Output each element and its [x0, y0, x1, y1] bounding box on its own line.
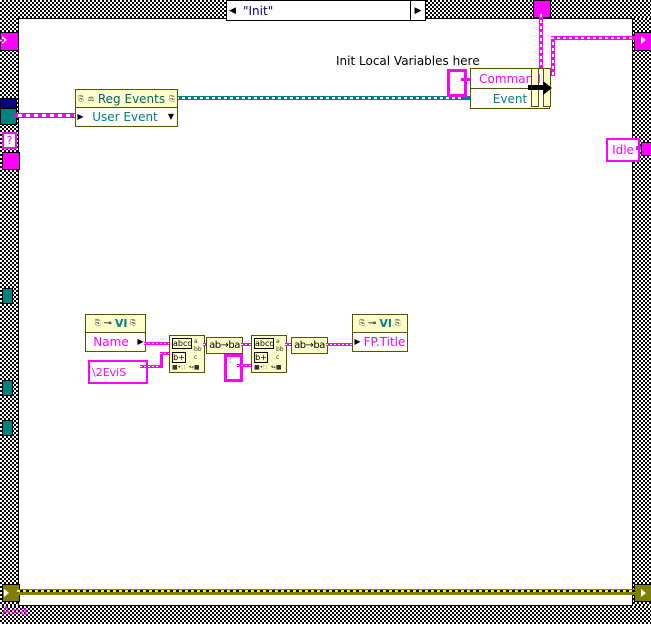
terminal-icon-left: ⎘: [359, 319, 365, 327]
vi-name-property-label: Name: [93, 334, 129, 349]
tunnel-left-error-arrow: [4, 589, 9, 597]
reg-events-user-event-row[interactable]: ▶ User Event ▼: [76, 108, 177, 125]
reverse-string-constant-value: \2EviS: [92, 365, 127, 379]
case-structure-border-right: [633, 0, 651, 624]
reverse-string-glyph-2: ab→ba: [294, 340, 325, 351]
vi-name-property-node[interactable]: ⎘ ⊸ VI ⎘ Name ▶: [85, 314, 146, 352]
case-structure-border-left: [0, 0, 18, 624]
reverse-string-node-2[interactable]: ab→ba: [291, 337, 328, 354]
wire-pink-vert-b-dash: [552, 36, 554, 76]
wire-pink-top-right-dash: [551, 37, 635, 39]
abcd-glyph-1: abcd: [172, 338, 193, 349]
wire-teal-user-event-in-dash: [14, 114, 77, 117]
tunnel-left-teal-lower-2[interactable]: [2, 380, 13, 396]
vi-fptitle-property-node[interactable]: ⎘ ⊸ VI ⎘ ▶ FP.Title: [352, 314, 408, 352]
register-events-icon: ⚖: [87, 94, 95, 103]
wire-teal-event-out-dash: [176, 97, 466, 99]
empty-string-constant-1-marks: :: [229, 356, 233, 366]
case-selector-next-icon[interactable]: ▶: [412, 2, 424, 19]
terminal-icon-right: ⎘: [130, 319, 137, 327]
replace-glyph-1: b+: [172, 352, 186, 363]
tunnel-right-error-arrow: [641, 589, 646, 597]
reference-link-icon: ⊸: [368, 318, 377, 329]
node-bottom-marks-1: ■•∷ ↬■: [172, 364, 200, 371]
abc-terminals-1: a bb c: [194, 338, 202, 361]
case-selector-next[interactable]: ▶: [410, 0, 426, 21]
wire-pink-reverse2-to-fptitle[interactable]: [326, 343, 353, 346]
replace-glyph-2: b+: [254, 352, 268, 363]
reference-link-icon: ⊸: [103, 318, 112, 329]
search-and-replace-string-node-2[interactable]: abcd b+ a bb c ■•∷ ↬■: [251, 335, 287, 373]
reg-events-user-event-label: User Event: [92, 109, 158, 124]
wire-error-bottom[interactable]: [17, 589, 635, 595]
idle-enum-constant-label: Idle: [612, 143, 634, 157]
cluster-field-event-label: Event: [492, 91, 528, 106]
wire-pink-const-to-command[interactable]: [461, 78, 471, 81]
vi-fptitle-property-header: ⎘ ⊸ VI ⎘: [353, 315, 407, 333]
node-bottom-marks-2: ■•∷ ↬■: [254, 364, 282, 371]
tunnel-left-pink-question[interactable]: ?: [2, 132, 17, 149]
reg-events-title-row: ⎘ ⚖ Reg Events ⎘: [76, 90, 177, 108]
empty-string-constant-command[interactable]: [447, 69, 467, 97]
case-structure-border-bottom: [0, 606, 651, 624]
idle-enum-constant[interactable]: Idle: [606, 138, 640, 162]
vi-fptitle-property-row[interactable]: ▶ FP.Title: [353, 333, 407, 350]
vi-class-label: VI: [379, 317, 392, 330]
reg-events-dropdown-icon[interactable]: ▼: [165, 112, 177, 121]
wire-pink-left-top[interactable]: [0, 39, 4, 42]
terminal-icon-right: ⎘: [395, 319, 401, 327]
terminal-icon-left: ⎘: [94, 319, 101, 327]
tunnel-left-teal-lower-3[interactable]: [2, 420, 13, 436]
vi-fptitle-property-label: FP.Title: [363, 334, 406, 349]
tunnel-right-pink-arrow: [641, 36, 646, 44]
init-comment-label: Init Local Variables here: [336, 54, 480, 68]
wire-pink-const-to-replace1[interactable]: [140, 365, 162, 368]
search-and-replace-string-node-1[interactable]: abcd b+ a bb c ■•∷ ↬■: [169, 335, 205, 373]
abc-terminals-2: a bb c: [276, 338, 284, 361]
reg-events-title: Reg Events: [97, 91, 166, 106]
reverse-string-constant[interactable]: \2EviS: [88, 360, 148, 384]
vi-name-property-header: ⎘ ⊸ VI ⎘: [86, 315, 145, 333]
case-selector-prev-icon[interactable]: ◀: [227, 2, 238, 19]
wire-pink-name-out[interactable]: [144, 342, 170, 345]
reverse-string-node-1[interactable]: ab→ba: [206, 337, 243, 354]
case-selector[interactable]: ◀ "Init" ▼: [226, 0, 426, 21]
reg-events-node[interactable]: ⎘ ⚖ Reg Events ⎘ ▶ User Event ▼: [75, 89, 178, 127]
wire-pink-vert-a-dash: [540, 14, 542, 76]
empty-string-constant-1[interactable]: [224, 354, 243, 382]
tunnel-left-teal-lower-1[interactable]: [2, 288, 13, 304]
tunnel-right-idle[interactable]: [641, 142, 651, 156]
cluster-bundle-output-arrow-head: [543, 81, 552, 95]
abcd-glyph-2: abcd: [254, 338, 275, 349]
reverse-string-glyph-1: ab→ba: [209, 340, 240, 351]
block-diagram-canvas: ◀ "Init" ▼ ▶ ? Init Local Variables: [0, 0, 651, 624]
reg-events-input-arrow-icon: ▶: [77, 112, 84, 121]
vi-name-property-row[interactable]: Name ▶: [86, 333, 145, 350]
terminal-icon-left: ⎘: [78, 94, 84, 103]
case-bottom-label: A=a: [2, 604, 28, 618]
vi-class-label: VI: [114, 317, 128, 330]
tunnel-left-pink-mid[interactable]: [2, 152, 20, 170]
terminal-icon-right: ⎘: [169, 94, 175, 103]
vi-fptitle-input-arrow-icon: ▶: [354, 337, 361, 346]
case-selector-value: "Init": [243, 3, 274, 18]
